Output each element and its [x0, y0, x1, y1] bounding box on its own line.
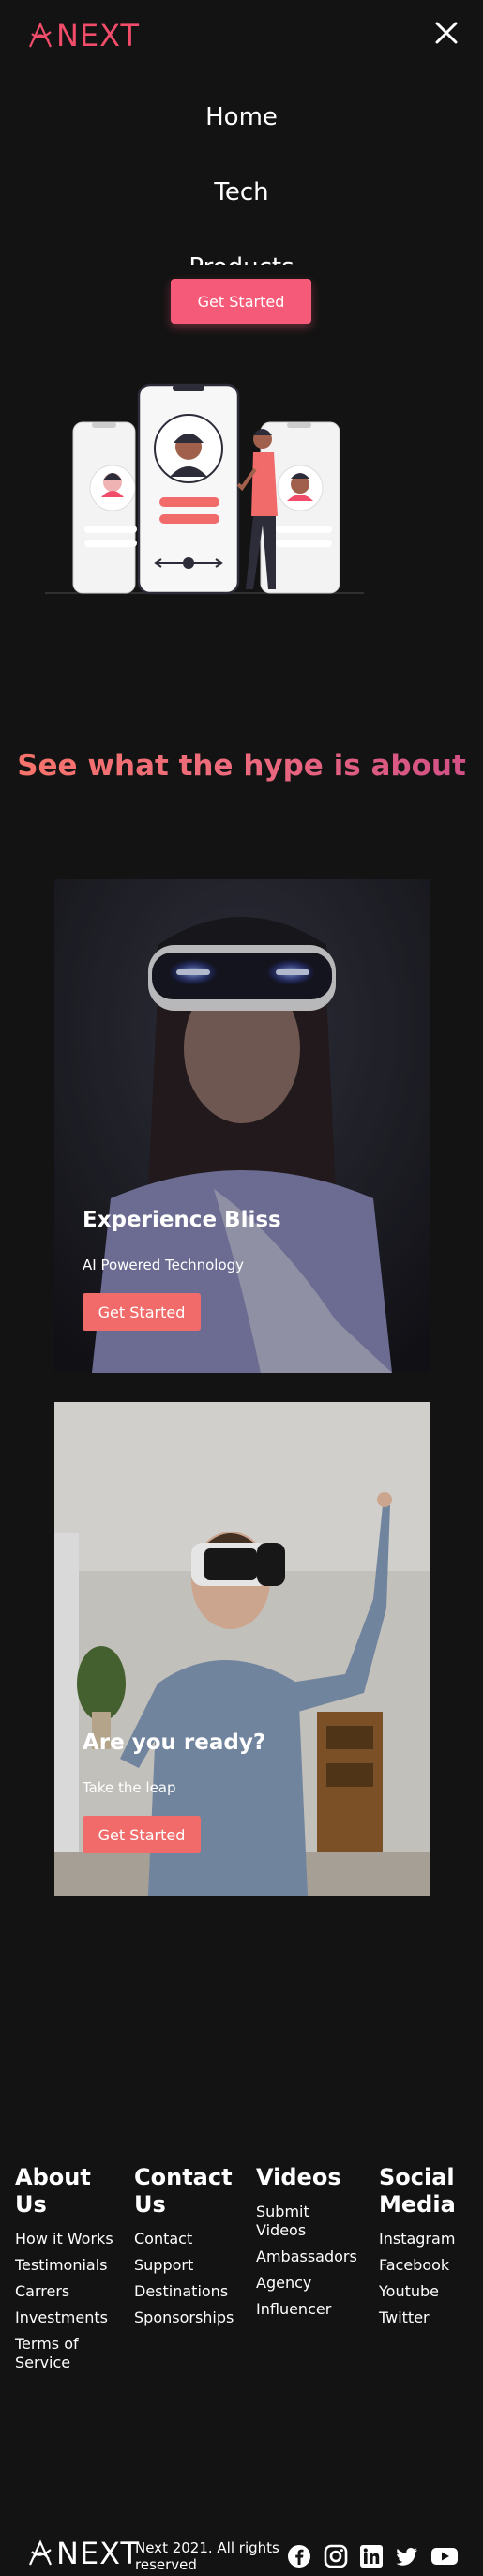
- card-get-started-button[interactable]: Get Started: [83, 1293, 201, 1331]
- logo-text: NEXT: [56, 2536, 141, 2571]
- logo[interactable]: NEXT: [26, 17, 140, 54]
- footer-column-videos: Videos Submit Videos Ambassadors Agency …: [256, 2164, 367, 2326]
- feature-card-1: Experience Bliss AI Powered Technology G…: [54, 879, 430, 1373]
- footer-column-about: About Us How it Works Testimonials Carre…: [15, 2164, 116, 2380]
- close-icon[interactable]: [432, 19, 460, 47]
- footer-column-social: Social Media Instagram Facebook Youtube …: [379, 2164, 473, 2335]
- footer-links: Instagram Facebook Youtube Twitter: [379, 2230, 473, 2327]
- footer-link[interactable]: How it Works: [15, 2230, 116, 2248]
- logo-mark-icon: [29, 22, 52, 48]
- linkedin-icon[interactable]: [359, 2544, 384, 2568]
- card-title: Experience Bliss: [83, 1208, 281, 1232]
- nav-item-home[interactable]: Home: [0, 103, 483, 131]
- footer-links: Contact Support Destinations Sponsorship…: [134, 2230, 245, 2327]
- phones-illustration: [45, 383, 364, 595]
- footer-links: Submit Videos Ambassadors Agency Influen…: [256, 2203, 367, 2319]
- card-title: Are you ready?: [83, 1730, 266, 1755]
- youtube-icon[interactable]: [430, 2544, 459, 2568]
- twitter-icon[interactable]: [395, 2544, 419, 2568]
- footer-link[interactable]: Destinations: [134, 2282, 245, 2301]
- footer-heading: Social Media: [379, 2164, 456, 2218]
- headline-part2: is about: [323, 749, 466, 783]
- footer-link[interactable]: Support: [134, 2256, 245, 2275]
- logo-text: NEXT: [56, 18, 141, 53]
- footer-link[interactable]: Instagram: [379, 2230, 473, 2248]
- nav-item-tech[interactable]: Tech: [0, 178, 483, 206]
- footer-link[interactable]: Investments: [15, 2309, 116, 2327]
- nav-item-products-clip: Products: [0, 244, 483, 265]
- footer-heading: Contact Us: [134, 2164, 233, 2218]
- footer-link[interactable]: Submit Videos: [256, 2203, 322, 2240]
- footer-link[interactable]: Youtube: [379, 2282, 473, 2301]
- footer-link[interactable]: Carrers: [15, 2282, 116, 2301]
- footer-link[interactable]: Testimonials: [15, 2256, 116, 2275]
- card-subtitle: Take the leap: [83, 1779, 176, 1796]
- footer-link[interactable]: Facebook: [379, 2256, 473, 2275]
- facebook-icon[interactable]: [287, 2544, 311, 2568]
- footer-link[interactable]: Terms of Service: [15, 2335, 116, 2372]
- footer-link[interactable]: Influencer: [256, 2300, 367, 2319]
- card-get-started-button[interactable]: Get Started: [83, 1816, 201, 1853]
- footer-link[interactable]: Ambassadors: [256, 2248, 367, 2266]
- footer-link[interactable]: Twitter: [379, 2309, 473, 2327]
- footer-logo[interactable]: NEXT: [26, 2537, 140, 2570]
- nav-item-products[interactable]: Products: [0, 253, 483, 265]
- headline-part1: See what the hype: [17, 749, 324, 783]
- footer-link[interactable]: Agency: [256, 2274, 367, 2293]
- copyright-text: Next 2021. All rights reserved: [135, 2539, 279, 2573]
- footer-link[interactable]: Sponsorships: [134, 2309, 245, 2327]
- footer-column-contact: Contact Us Contact Support Destinations …: [134, 2164, 245, 2335]
- section-headline: See what the hype is about: [0, 749, 483, 783]
- feature-card-2: Are you ready? Take the leap Get Started: [54, 1402, 430, 1896]
- footer-links: How it Works Testimonials Carrers Invest…: [15, 2230, 116, 2372]
- footer-heading: Videos: [256, 2164, 341, 2190]
- logo-mark-icon: [29, 2539, 52, 2566]
- get-started-button[interactable]: Get Started: [171, 279, 311, 324]
- footer-heading: About Us: [15, 2164, 91, 2218]
- card-subtitle: AI Powered Technology: [83, 1257, 245, 1273]
- instagram-icon[interactable]: [324, 2544, 348, 2568]
- footer-link[interactable]: Contact: [134, 2230, 245, 2248]
